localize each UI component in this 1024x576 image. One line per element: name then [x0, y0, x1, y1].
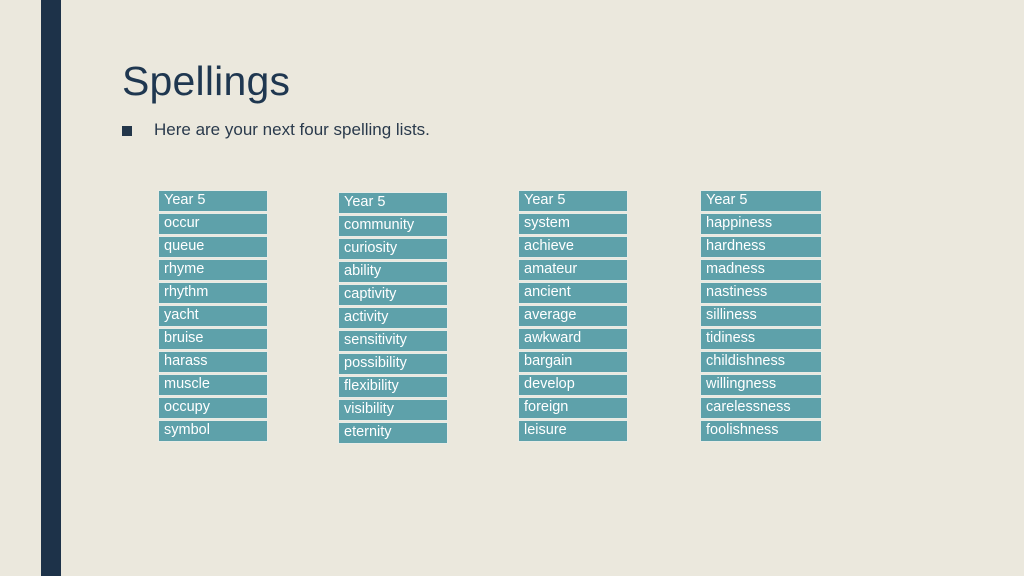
spelling-word-cell: silliness — [700, 305, 822, 327]
spelling-word-cell: achieve — [518, 236, 628, 258]
spelling-word-cell: rhyme — [158, 259, 268, 281]
spelling-word-cell: possibility — [338, 353, 448, 375]
spelling-word-cell: yacht — [158, 305, 268, 327]
spelling-word-cell: foolishness — [700, 420, 822, 442]
spelling-list-header: Year 5 — [158, 190, 268, 212]
spelling-word-cell: madness — [700, 259, 822, 281]
spelling-list-table: Year 5 occur queue rhyme rhythm yacht bruise ha… — [158, 190, 268, 442]
spelling-word-cell: bruise — [158, 328, 268, 350]
left-accent-bar — [41, 0, 61, 576]
spelling-word-cell: occur — [158, 213, 268, 235]
spelling-word-cell: queue — [158, 236, 268, 258]
spelling-word-cell: activity — [338, 307, 448, 329]
spelling-word-cell: happiness — [700, 213, 822, 235]
page-title: Spellings — [122, 58, 291, 104]
spelling-word-cell: rhythm — [158, 282, 268, 304]
spelling-word-cell: sensitivity — [338, 330, 448, 352]
spelling-word-cell: captivity — [338, 284, 448, 306]
spelling-word-cell: flexibility — [338, 376, 448, 398]
spelling-word-cell: symbol — [158, 420, 268, 442]
spelling-list-header: Year 5 — [518, 190, 628, 212]
spelling-list-table: Year 5 community curiosity ability captivity… — [338, 192, 448, 444]
spelling-list-header: Year 5 — [338, 192, 448, 214]
spelling-word-cell: awkward — [518, 328, 628, 350]
spelling-word-cell: foreign — [518, 397, 628, 419]
spelling-word-cell: willingness — [700, 374, 822, 396]
spelling-word-cell: hardness — [700, 236, 822, 258]
spelling-word-cell: average — [518, 305, 628, 327]
spelling-word-cell: amateur — [518, 259, 628, 281]
spelling-word-cell: eternity — [338, 422, 448, 444]
square-bullet-icon — [122, 126, 132, 136]
spelling-word-cell: ancient — [518, 282, 628, 304]
spelling-list-table: Year 5 system achieve amateur ancient average… — [518, 190, 628, 442]
slide: Spellings Here are your next four spelli… — [0, 0, 1024, 576]
spelling-list-header: Year 5 — [700, 190, 822, 212]
bullet-item: Here are your next four spelling lists. — [122, 118, 430, 142]
spelling-word-cell: occupy — [158, 397, 268, 419]
spelling-word-cell: carelessness — [700, 397, 822, 419]
spelling-word-cell: harass — [158, 351, 268, 373]
spelling-word-cell: community — [338, 215, 448, 237]
spelling-word-cell: leisure — [518, 420, 628, 442]
spelling-word-cell: develop — [518, 374, 628, 396]
bullet-item-label: Here are your next four spelling lists. — [154, 120, 430, 139]
spelling-word-cell: bargain — [518, 351, 628, 373]
spelling-list-table: Year 5 happiness hardness madness nastiness s… — [700, 190, 822, 442]
spelling-word-cell: tidiness — [700, 328, 822, 350]
spelling-word-cell: visibility — [338, 399, 448, 421]
spelling-word-cell: system — [518, 213, 628, 235]
spelling-word-cell: muscle — [158, 374, 268, 396]
spelling-word-cell: ability — [338, 261, 448, 283]
spelling-word-cell: nastiness — [700, 282, 822, 304]
spelling-word-cell: curiosity — [338, 238, 448, 260]
spelling-word-cell: childishness — [700, 351, 822, 373]
